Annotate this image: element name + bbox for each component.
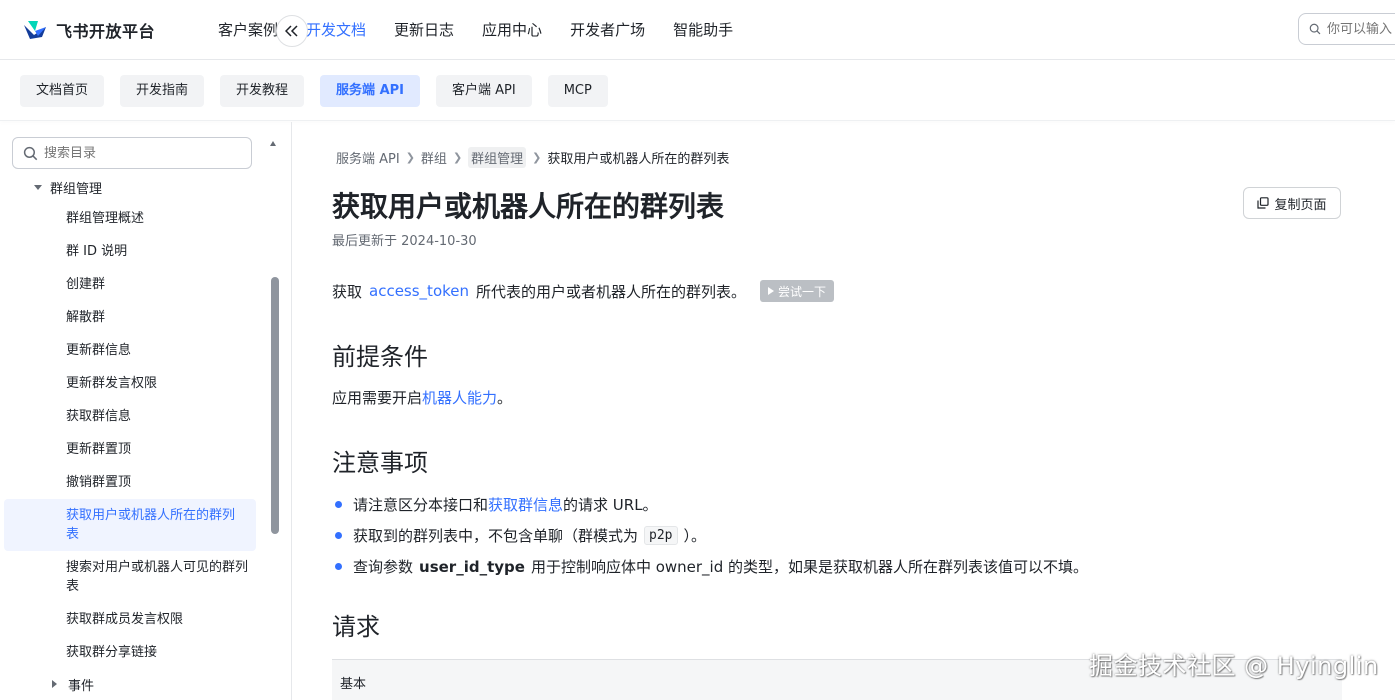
tab-server-api[interactable]: 服务端 API bbox=[320, 74, 420, 107]
sidebar-item[interactable]: 群组管理概述 bbox=[0, 202, 262, 235]
chevron-right-icon: ❯ bbox=[532, 151, 542, 164]
note-text: 获取到的群列表中，不包含单聊（群模式为 bbox=[353, 527, 639, 545]
top-search-input[interactable] bbox=[1327, 21, 1395, 37]
section-prerequisites-title: 前提条件 bbox=[332, 343, 428, 371]
sidebar-scrollbar[interactable] bbox=[271, 277, 279, 534]
sidebar-item[interactable]: 撤销群置顶 bbox=[0, 466, 262, 499]
bullet-dot-icon bbox=[335, 563, 342, 570]
sidebar-group-label: 群组管理 bbox=[50, 181, 103, 197]
prereq-text: 应用需要开启 bbox=[332, 389, 423, 407]
search-icon bbox=[1309, 23, 1321, 35]
sidebar-group-chat-management[interactable]: 群组管理 bbox=[0, 172, 262, 202]
doc-category-bar: 文档首页 开发指南 开发教程 服务端 API 客户端 API MCP bbox=[0, 61, 1395, 121]
access-token-link[interactable]: access_token bbox=[369, 282, 469, 300]
topnav-changelog[interactable]: 更新日志 bbox=[380, 0, 468, 60]
note-text: 的请求 URL。 bbox=[563, 496, 658, 514]
collapse-sidebar-button[interactable] bbox=[276, 15, 308, 47]
breadcrumb-item[interactable]: 群组 bbox=[421, 148, 447, 167]
prerequisites-text: 应用需要开启机器人能力。 bbox=[332, 387, 512, 408]
tab-mcp[interactable]: MCP bbox=[547, 74, 608, 107]
section-notes-title: 注意事项 bbox=[332, 449, 428, 477]
doc-content: 服务端 API ❯ 群组 ❯ 群组管理 ❯ 获取用户或机器人所在的群列表 获取用… bbox=[332, 122, 1342, 700]
sidebar-group-label: 事件 bbox=[68, 678, 95, 694]
api-description: 获取 access_token 所代表的用户或者机器人所在的群列表。 尝试一下 bbox=[332, 280, 835, 302]
chevron-right-icon: ❯ bbox=[452, 151, 463, 164]
feishu-logo-icon bbox=[24, 20, 46, 39]
brand[interactable]: 飞书开放平台 bbox=[22, 18, 192, 42]
inline-code: p2p bbox=[644, 526, 678, 545]
top-navbar: 飞书开放平台 客户案例 开发文档 更新日志 应用中心 开发者广场 智能助手 bbox=[0, 0, 1395, 60]
desc-text: 获取 bbox=[332, 282, 363, 301]
section-request-title: 请求 bbox=[332, 613, 380, 641]
sidebar-item[interactable]: 搜索对用户或机器人可见的群列表 bbox=[0, 551, 262, 603]
tab-client-api[interactable]: 客户端 API bbox=[436, 74, 532, 107]
caret-right-icon bbox=[52, 680, 57, 688]
bot-ability-link[interactable]: 机器人能力 bbox=[422, 389, 497, 407]
scroll-up-arrow-icon[interactable] bbox=[270, 141, 276, 146]
top-search-box[interactable] bbox=[1298, 13, 1395, 45]
caret-down-icon bbox=[34, 184, 42, 190]
list-item: 请注意区分本接口和 获取群信息 的请求 URL。 bbox=[332, 489, 1088, 520]
copy-icon bbox=[1257, 197, 1270, 209]
sidebar-search-box[interactable] bbox=[12, 137, 252, 169]
copy-page-button[interactable]: 复制页面 bbox=[1243, 187, 1341, 219]
tab-dev-tutorial[interactable]: 开发教程 bbox=[220, 74, 305, 107]
try-it-button[interactable]: 尝试一下 bbox=[760, 280, 835, 302]
sidebar-item[interactable]: 获取群信息 bbox=[0, 400, 262, 433]
breadcrumb-item[interactable]: 服务端 API bbox=[336, 148, 400, 167]
sidebar-item[interactable]: 更新群信息 bbox=[0, 334, 262, 367]
bullet-dot-icon bbox=[335, 532, 342, 539]
copy-page-label: 复制页面 bbox=[1274, 197, 1327, 213]
sidebar-item[interactable]: 群 ID 说明 bbox=[0, 235, 262, 268]
topnav-app-center[interactable]: 应用中心 bbox=[468, 0, 556, 60]
list-item: 查询参数 user_id_type 用于控制响应体中 owner_id 的类型，如果… bbox=[332, 551, 1088, 582]
sidebar-item[interactable]: 获取群分享链接 bbox=[0, 636, 262, 669]
breadcrumb: 服务端 API ❯ 群组 ❯ 群组管理 ❯ 获取用户或机器人所在的群列表 bbox=[336, 147, 729, 168]
sidebar-search-input[interactable] bbox=[44, 145, 234, 161]
sidebar-item-active[interactable]: 获取用户或机器人所在的群列表 bbox=[4, 499, 256, 551]
topnav-dev-square[interactable]: 开发者广场 bbox=[556, 0, 659, 60]
sidebar-tree: 群组管理 群组管理概述 群 ID 说明 创建群 解散群 更新群信息 更新群发言权… bbox=[0, 172, 262, 699]
sidebar-item[interactable]: 更新群置顶 bbox=[0, 433, 262, 466]
breadcrumb-item[interactable]: 群组管理 bbox=[468, 147, 527, 168]
play-icon bbox=[768, 287, 775, 295]
sidebar-item[interactable]: 更新群发言权限 bbox=[0, 367, 262, 400]
watermark: 掘金技术社区 @ Hyinglin bbox=[1089, 652, 1379, 680]
sidebar-item[interactable]: 创建群 bbox=[0, 268, 262, 301]
sidebar-group-events[interactable]: 事件 bbox=[0, 669, 262, 699]
brand-name: 飞书开放平台 bbox=[56, 21, 156, 41]
try-it-label: 尝试一下 bbox=[778, 284, 827, 299]
topnav-ai-assistant[interactable]: 智能助手 bbox=[659, 0, 747, 60]
chevron-right-icon: ❯ bbox=[405, 151, 415, 164]
last-updated: 最后更新于 2024-10-30 bbox=[332, 234, 477, 249]
double-chevron-left-icon bbox=[285, 25, 298, 37]
bullet-dot-icon bbox=[335, 501, 342, 508]
note-text: 请注意区分本接口和 bbox=[353, 496, 489, 514]
breadcrumb-current: 获取用户或机器人所在的群列表 bbox=[547, 152, 730, 167]
sidebar-item[interactable]: 解散群 bbox=[0, 301, 262, 334]
tab-docs-home[interactable]: 文档首页 bbox=[20, 74, 105, 107]
note-text: ）。 bbox=[683, 527, 707, 545]
note-text: 用于控制响应体中 owner_id 的类型，如果是获取机器人所在群列表该值可以不… bbox=[530, 558, 1089, 576]
notes-list: 请注意区分本接口和 获取群信息 的请求 URL。 获取到的群列表中，不包含单聊（群模… bbox=[332, 489, 1088, 582]
sidebar: 群组管理 群组管理概述 群 ID 说明 创建群 解散群 更新群信息 更新群发言权… bbox=[0, 122, 292, 700]
note-text: 查询参数 bbox=[353, 558, 414, 576]
param-name: user_id_type bbox=[419, 557, 525, 576]
search-icon bbox=[23, 146, 38, 160]
list-item: 获取到的群列表中，不包含单聊（群模式为 p2p ）。 bbox=[332, 520, 1088, 551]
prereq-text: 。 bbox=[497, 389, 513, 407]
sidebar-item[interactable]: 获取群成员发言权限 bbox=[0, 603, 262, 636]
tab-dev-guide[interactable]: 开发指南 bbox=[120, 74, 205, 107]
get-chat-info-link[interactable]: 获取群信息 bbox=[488, 494, 563, 515]
page-title: 获取用户或机器人所在的群列表 bbox=[332, 190, 725, 223]
desc-text: 所代表的用户或者机器人所在的群列表。 bbox=[476, 282, 747, 301]
